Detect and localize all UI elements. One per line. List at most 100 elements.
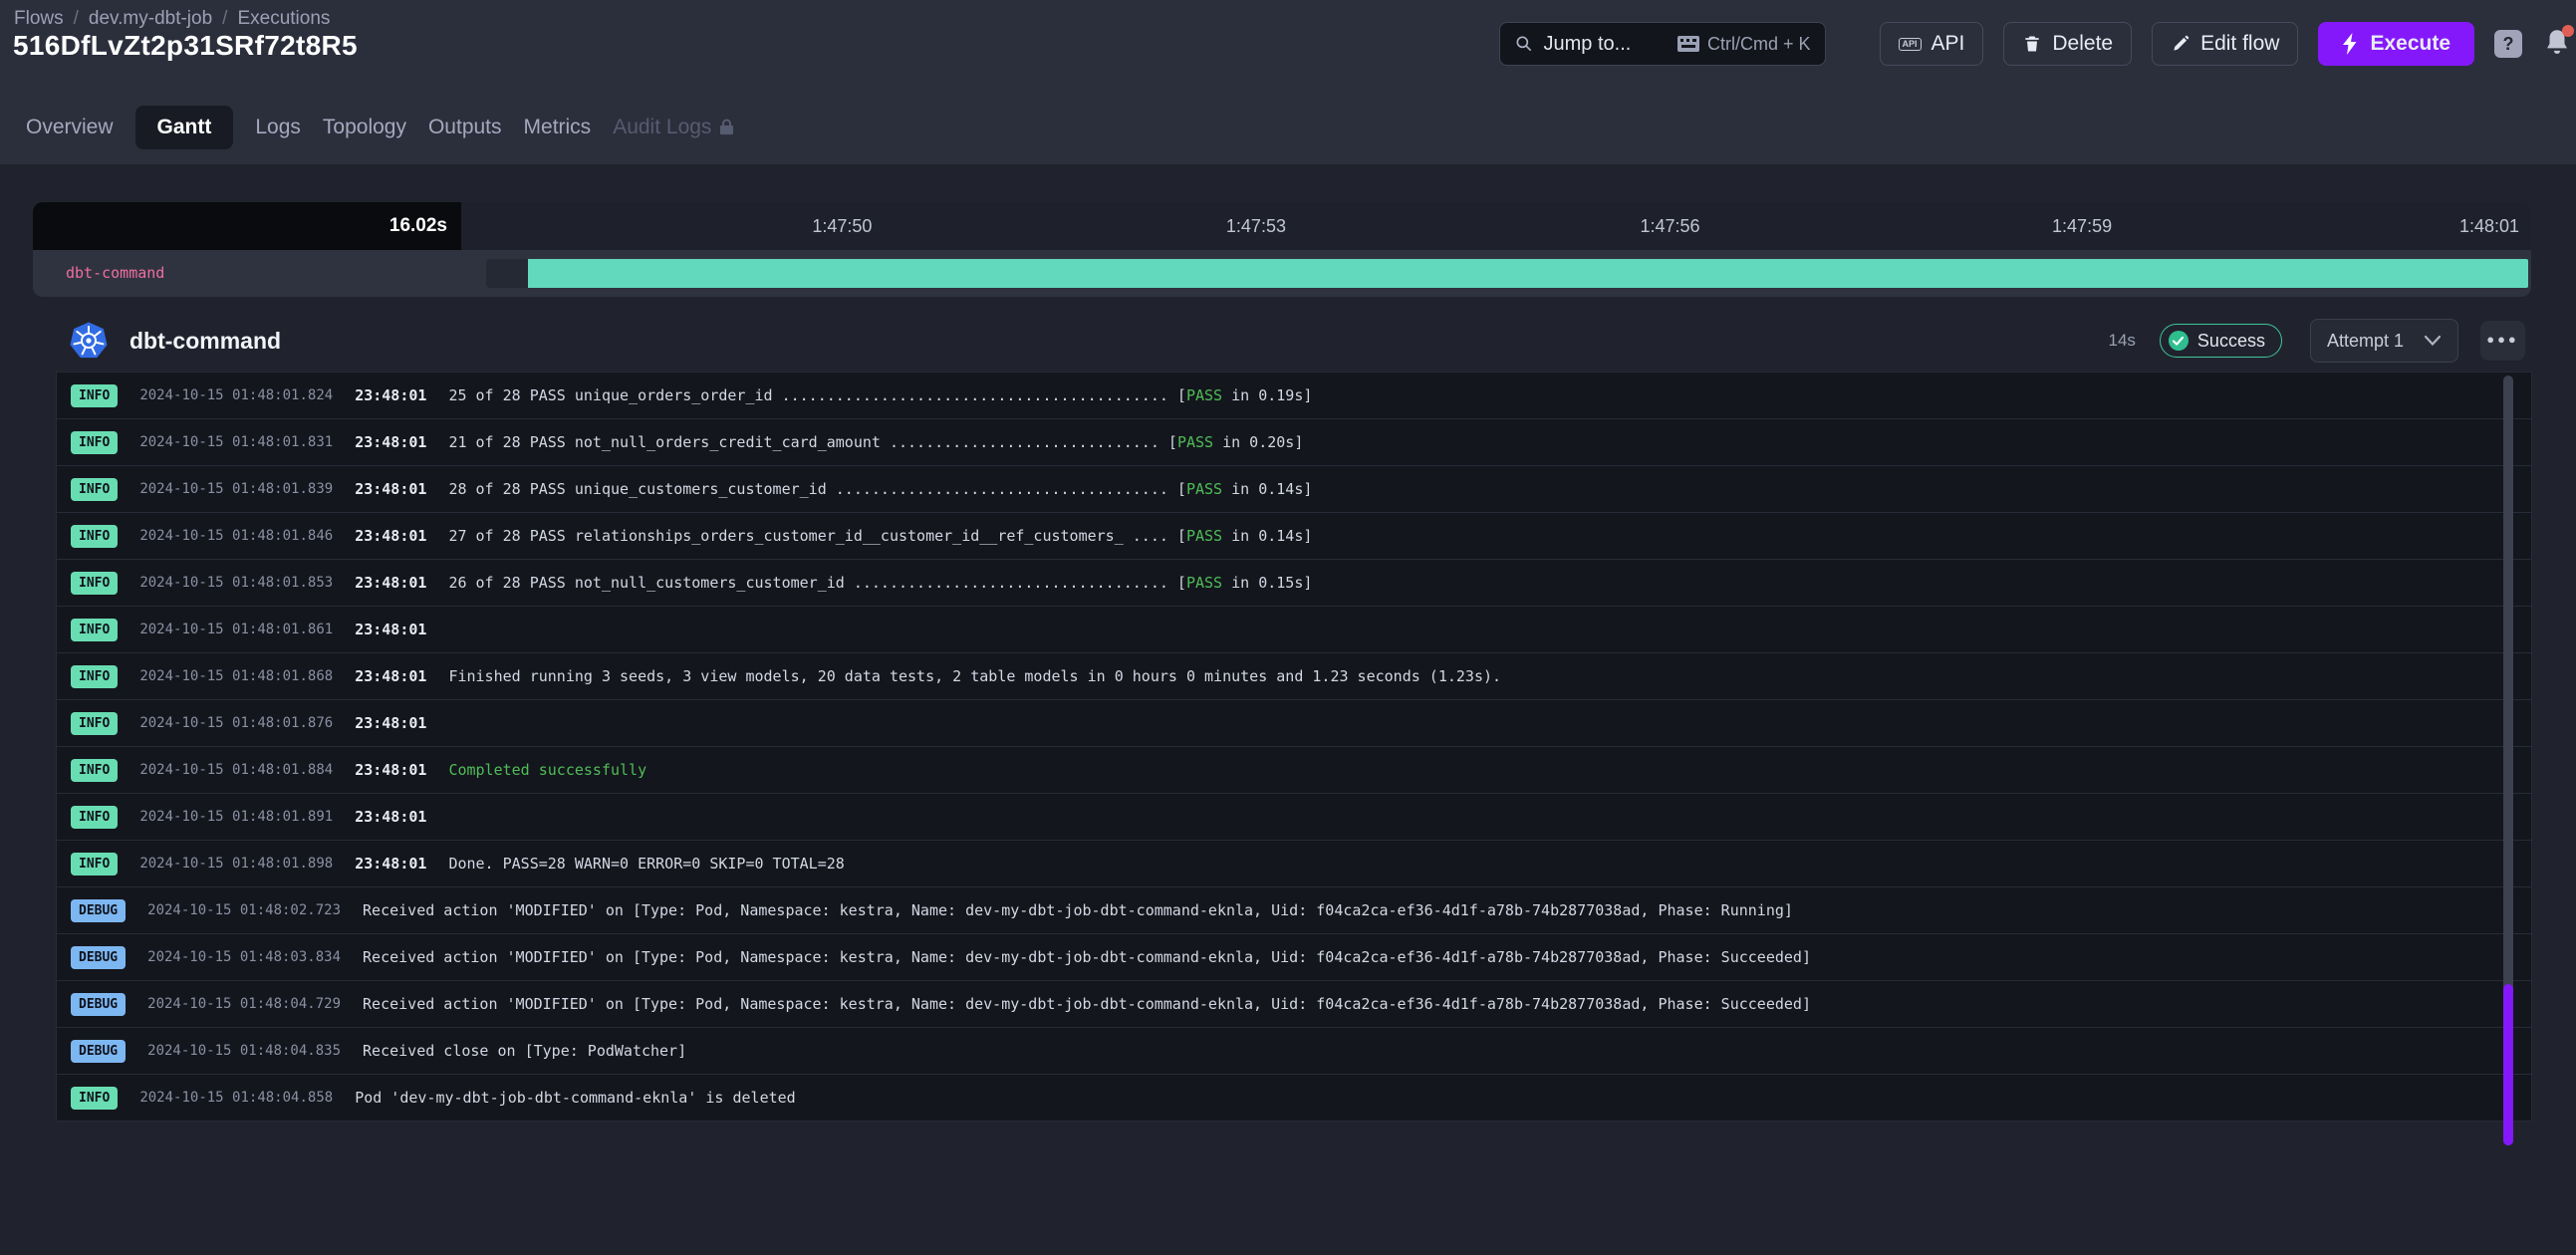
- pencil-icon: [2171, 34, 2190, 54]
- gantt-bar-created-segment[interactable]: [486, 259, 528, 288]
- breadcrumb-item[interactable]: dev.my-dbt-job: [89, 8, 212, 29]
- breadcrumb-separator: /: [222, 8, 228, 29]
- status-badge: Success: [2159, 324, 2282, 358]
- gantt-header: 16.02s 1:47:50 1:47:53 1:47:56 1:47:59 1:48:…: [33, 202, 2531, 250]
- log-timestamp: 2024-10-15 01:48:01.868: [139, 668, 334, 684]
- kubernetes-icon: [70, 322, 108, 360]
- notifications-bell[interactable]: [2542, 25, 2574, 61]
- log-task-time: 23:48:01: [355, 386, 427, 404]
- log-timestamp: 2024-10-15 01:48:01.861: [139, 622, 334, 637]
- log-timestamp: 2024-10-15 01:48:01.824: [139, 387, 334, 403]
- log-timestamp: 2024-10-15 01:48:01.831: [139, 434, 334, 450]
- log-level-badge: INFO: [71, 664, 119, 688]
- attempt-select-value: Attempt 1: [2326, 330, 2404, 351]
- tab-topology[interactable]: Topology: [323, 106, 406, 149]
- log-task-time: 23:48:01: [355, 480, 427, 498]
- log-row: INFO 2024-10-15 01:48:01.853 23:48:01 26 of…: [56, 559, 2532, 607]
- delete-button[interactable]: Delete: [2003, 22, 2133, 66]
- gantt-task-label[interactable]: dbt-command: [66, 250, 164, 297]
- log-task-time: 23:48:01: [355, 808, 427, 826]
- log-row: DEBUG 2024-10-15 01:48:02.723 Received act…: [56, 886, 2532, 934]
- attempt-select[interactable]: Attempt 1: [2309, 319, 2458, 363]
- log-message: 25 of 28 PASS unique_orders_order_id ...…: [448, 386, 1313, 404]
- log-row: INFO 2024-10-15 01:48:01.876 23:48:01: [56, 699, 2532, 747]
- tab-gantt[interactable]: Gantt: [134, 105, 234, 149]
- log-message: 27 of 28 PASS relationships_orders_custo…: [448, 527, 1313, 545]
- tab-label: Metrics: [523, 115, 592, 138]
- log-message: 26 of 28 PASS not_null_customers_custome…: [448, 574, 1313, 592]
- log-timestamp: 2024-10-15 01:48:01.839: [139, 481, 334, 497]
- execution-content: 16.02s 1:47:50 1:47:53 1:47:56 1:47:59 1:48:…: [0, 164, 2576, 1255]
- log-task-time: 23:48:01: [355, 855, 427, 873]
- tab-overview[interactable]: Overview: [26, 106, 114, 149]
- top-actions: Jump to... Ctrl/Cmd + K API API Delete E…: [1498, 22, 2574, 66]
- execute-button[interactable]: Execute: [2318, 22, 2474, 66]
- log-timestamp: 2024-10-15 01:48:04.729: [147, 996, 342, 1012]
- breadcrumb: Flows / dev.my-dbt-job / Executions: [14, 8, 330, 30]
- log-row: INFO 2024-10-15 01:48:01.839 23:48:01 28 of…: [56, 465, 2532, 513]
- log-timestamp: 2024-10-15 01:48:03.834: [147, 949, 342, 965]
- log-task-time: 23:48:01: [355, 714, 427, 732]
- log-level-badge: INFO: [71, 805, 119, 829]
- log-message: Completed successfully: [448, 761, 647, 779]
- log-level-badge: INFO: [71, 758, 119, 782]
- log-level-badge: DEBUG: [71, 1039, 127, 1063]
- log-scrollbar-thumb[interactable]: [2503, 984, 2513, 1145]
- tab-label: Topology: [322, 115, 406, 138]
- log-timestamp: 2024-10-15 01:48:02.723: [147, 902, 342, 918]
- lightning-bolt-icon: [2342, 33, 2360, 55]
- lock-icon: [719, 119, 734, 135]
- log-task-time: 23:48:01: [355, 433, 427, 451]
- gantt-bar-running-segment[interactable]: [528, 259, 2528, 288]
- breadcrumb-item[interactable]: Flows: [14, 8, 64, 29]
- log-level-badge: INFO: [71, 1086, 119, 1110]
- keyboard-icon: [1676, 36, 1699, 52]
- tab-label: Outputs: [427, 115, 502, 138]
- search-shortcut: Ctrl/Cmd + K: [1706, 33, 1811, 54]
- log-level-badge: INFO: [71, 524, 119, 548]
- jump-to-search[interactable]: Jump to... Ctrl/Cmd + K: [1498, 22, 1826, 66]
- log-level-badge: INFO: [71, 618, 119, 641]
- log-level-badge: INFO: [71, 711, 119, 735]
- api-icon: API: [1898, 37, 1922, 51]
- log-message: Received action 'MODIFIED' on [Type: Pod…: [363, 948, 1811, 966]
- log-task-time: 23:48:01: [355, 667, 427, 685]
- log-level-badge: INFO: [71, 477, 119, 501]
- tab-metrics[interactable]: Metrics: [524, 106, 592, 149]
- task-header: dbt-command 14s Success Attempt 1 ●●●: [70, 316, 2525, 366]
- tab-logs[interactable]: Logs: [255, 106, 301, 149]
- log-timestamp: 2024-10-15 01:48:01.876: [139, 715, 334, 731]
- gantt-time-tick: 1:47:53: [1225, 216, 1286, 236]
- gantt-time-tick: 1:47:50: [812, 216, 873, 236]
- api-button-label: API: [1931, 32, 1965, 55]
- help-button[interactable]: ?: [2494, 30, 2522, 58]
- breadcrumb-item[interactable]: Executions: [237, 8, 330, 29]
- task-more-menu-button[interactable]: ●●●: [2480, 321, 2525, 361]
- log-row: INFO 2024-10-15 01:48:01.891 23:48:01: [56, 793, 2532, 841]
- log-scrollbar-track[interactable]: [2503, 376, 2513, 1145]
- tab-audit-logs: Audit Logs: [613, 106, 734, 149]
- log-message: Received action 'MODIFIED' on [Type: Pod…: [363, 901, 1793, 919]
- edit-flow-button-label: Edit flow: [2200, 32, 2280, 55]
- log-row: INFO 2024-10-15 01:48:04.858 Pod 'dev-my-d…: [56, 1074, 2532, 1122]
- tabs-bar: Overview Gantt Logs Topology Outputs Metrics A…: [0, 90, 2576, 164]
- api-button[interactable]: API API: [1879, 22, 1984, 66]
- breadcrumb-separator: /: [73, 8, 79, 29]
- tab-label: Gantt: [156, 115, 212, 138]
- chevron-down-icon: [2424, 335, 2442, 347]
- tab-outputs[interactable]: Outputs: [428, 106, 502, 149]
- task-duration: 14s: [2108, 331, 2136, 350]
- log-message: Received action 'MODIFIED' on [Type: Pod…: [363, 995, 1811, 1013]
- log-level-badge: INFO: [71, 430, 119, 454]
- log-timestamp: 2024-10-15 01:48:01.846: [139, 528, 334, 544]
- log-level-badge: INFO: [71, 852, 119, 876]
- edit-flow-button[interactable]: Edit flow: [2152, 22, 2299, 66]
- log-timestamp: 2024-10-15 01:48:01.898: [139, 856, 334, 872]
- log-list: INFO 2024-10-15 01:48:01.824 23:48:01 25 of…: [56, 372, 2532, 1122]
- gantt-chart: 16.02s 1:47:50 1:47:53 1:47:56 1:47:59 1:48:…: [33, 202, 2531, 297]
- log-row: INFO 2024-10-15 01:48:01.846 23:48:01 27 of…: [56, 512, 2532, 560]
- log-row: DEBUG 2024-10-15 01:48:03.834 Received act…: [56, 933, 2532, 981]
- log-row: INFO 2024-10-15 01:48:01.831 23:48:01 21 of…: [56, 418, 2532, 466]
- log-level-badge: INFO: [71, 383, 119, 407]
- log-message: Finished running 3 seeds, 3 view models,…: [448, 667, 1502, 685]
